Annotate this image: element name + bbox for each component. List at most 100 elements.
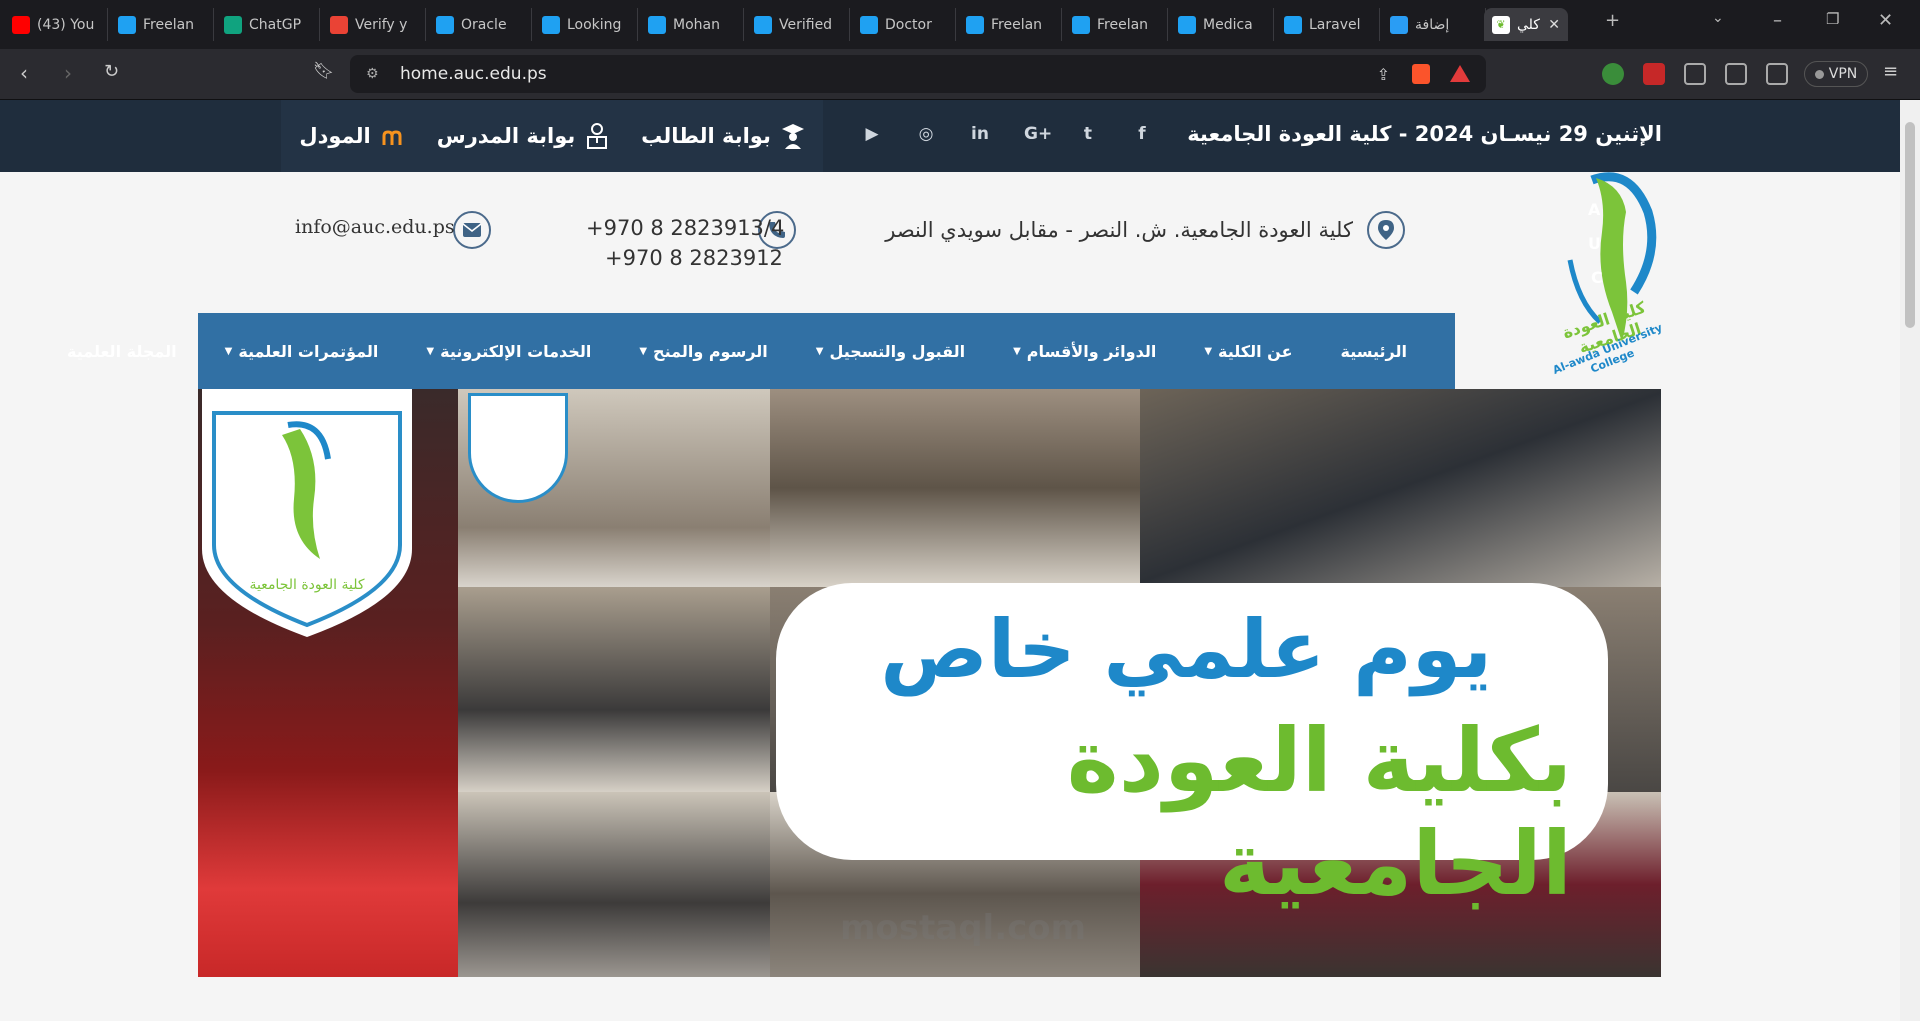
main-navigation: الرئيسية عن الكلية ▼ الدوائر والأقسام ▼ القبو… [67, 313, 1455, 389]
browser-tab[interactable]: (43) You [4, 8, 108, 41]
address-bar-row: ‹ › ↻ 🔖︎ ⚙ home.auc.edu.ps ⇪ VPN ≡ [0, 49, 1920, 100]
tab-title: Oracle [461, 16, 507, 33]
browser-tab[interactable]: Looking [534, 8, 638, 41]
location-pin-icon [1367, 211, 1405, 249]
moodle-label: المودل [299, 124, 371, 148]
watermark: mostaql.com [840, 908, 1087, 948]
site-settings-icon[interactable]: ⚙ [366, 66, 379, 82]
bird-icon [1178, 15, 1196, 34]
youtube-icon[interactable]: ▶ [862, 124, 882, 144]
bird-icon [1072, 15, 1090, 34]
browser-tab[interactable]: إضافة [1382, 8, 1486, 41]
phone-number-1[interactable]: +970 8 2823913/4 [586, 216, 784, 240]
page-scrollbar[interactable] [1900, 100, 1920, 1021]
google-plus-icon[interactable]: G+ [1024, 124, 1052, 144]
nav-item[interactable]: الدوائر والأقسام ▼ [1013, 342, 1156, 361]
close-window-icon[interactable]: ✕ [1878, 10, 1893, 31]
tab-title: Laravel [1309, 16, 1361, 33]
new-tab-button[interactable]: + [1605, 10, 1620, 31]
bird-icon [436, 15, 454, 34]
envelope-icon [453, 211, 491, 249]
teacher-portal-link[interactable]: بوابة المدرس [423, 100, 623, 172]
nav-item[interactable]: المجلة العلمية [67, 342, 177, 361]
bird-icon [860, 15, 878, 34]
web-page: الإثنين 29 نيسـان 2024 - كلية العودة الج… [0, 100, 1900, 1021]
tab-title: ChatGP [249, 16, 302, 33]
college-logo[interactable]: A U C كلية العودة الجامعية Al-awda Unive… [1530, 172, 1690, 392]
tab-title: كلي [1517, 16, 1540, 33]
browser-tab[interactable]: ChatGP [216, 8, 320, 41]
linkedin-icon[interactable]: in [970, 124, 990, 144]
extensions-puzzle-icon[interactable] [1684, 63, 1706, 85]
tab-title: Freelan [1097, 16, 1149, 33]
browser-tab[interactable]: Doctor [852, 8, 956, 41]
caret-down-icon: ▼ [224, 345, 233, 357]
brave-shields-icon[interactable] [1412, 64, 1430, 84]
student-portal-label: بوابة الطالب [641, 124, 771, 148]
url-field[interactable]: ⚙ home.auc.edu.ps ⇪ [350, 55, 1486, 93]
caret-down-icon: ▼ [815, 345, 824, 357]
nav-item[interactable]: الرئيسية [1341, 342, 1408, 361]
moodle-link[interactable]: المودل [281, 100, 423, 172]
tab-title: Verify y [355, 16, 408, 33]
tab-title: (43) You [37, 16, 95, 33]
nav-item-label: عن الكلية [1218, 341, 1293, 361]
browser-tab[interactable]: Mohan [640, 8, 744, 41]
share-icon[interactable]: ⇪ [1377, 65, 1390, 84]
menu-icon[interactable]: ≡ [1883, 61, 1898, 82]
browser-tab[interactable]: Freelan [1064, 8, 1168, 41]
brave-rewards-icon[interactable] [1450, 65, 1470, 82]
leaf-icon: ❦ [1492, 15, 1510, 34]
close-tab-icon[interactable]: ✕ [1548, 17, 1560, 33]
tab-search-icon[interactable]: ⌄ [1712, 10, 1724, 26]
hero-banner: كلية العودة الجامعية يوم علمي خاص بكلية … [198, 389, 1661, 977]
twitter-icon[interactable]: t [1078, 124, 1098, 144]
tab-title: Medica [1203, 16, 1253, 33]
nav-item[interactable]: القبول والتسجيل ▼ [816, 342, 965, 361]
social-links: ▶ ◎ in G+ t f [862, 124, 1152, 144]
phone-number-2[interactable]: +970 8 2823912 [605, 246, 783, 270]
nav-item-label: الدوائر والأقسام [1026, 341, 1157, 361]
tab-title: Verified [779, 16, 833, 33]
nav-item[interactable]: الرسوم والمنح ▼ [639, 342, 767, 361]
browser-tab-active[interactable]: ❦ كلي ✕ [1484, 8, 1568, 41]
browser-tab[interactable]: Freelan [958, 8, 1062, 41]
bookmark-icon[interactable]: 🔖︎ [313, 61, 335, 81]
conference-photo [770, 389, 1140, 587]
bird-icon [754, 15, 772, 34]
minimize-icon[interactable]: – [1773, 10, 1782, 31]
sidebar-icon[interactable] [1725, 63, 1747, 85]
vpn-status-icon [1814, 69, 1824, 79]
forward-icon[interactable]: › [64, 61, 72, 85]
gmail-icon [330, 15, 348, 34]
browser-tab[interactable]: Oracle [428, 8, 532, 41]
bird-icon [118, 15, 136, 34]
logo-letter: U [1588, 234, 1601, 253]
back-icon[interactable]: ‹ [20, 61, 28, 85]
browser-tab[interactable]: Laravel [1276, 8, 1380, 41]
browser-tab[interactable]: Medica [1170, 8, 1274, 41]
shield-logo: كلية العودة الجامعية [202, 389, 412, 639]
browser-tab[interactable]: Verify y [322, 8, 426, 41]
facebook-icon[interactable]: f [1132, 124, 1152, 144]
nav-item-label: المؤتمرات العلمية [238, 341, 379, 361]
youtube-icon [12, 15, 30, 34]
svg-text:كلية العودة الجامعية: كلية العودة الجامعية [249, 577, 364, 593]
instagram-icon[interactable]: ◎ [916, 124, 936, 144]
extension-icon[interactable] [1643, 63, 1665, 85]
conference-photo [1140, 389, 1661, 587]
nav-item[interactable]: المؤتمرات العلمية ▼ [225, 342, 379, 361]
vpn-button[interactable]: VPN [1804, 61, 1868, 87]
nav-item[interactable]: عن الكلية ▼ [1204, 342, 1292, 361]
student-portal-link[interactable]: بوابة الطالب [623, 100, 823, 172]
nav-item[interactable]: الخدمات الإلكترونية ▼ [426, 342, 591, 361]
browser-tab[interactable]: Verified [746, 8, 850, 41]
restore-icon[interactable]: ❐ [1826, 10, 1839, 28]
extension-icon[interactable] [1602, 63, 1624, 85]
browser-tab[interactable]: Freelan [110, 8, 214, 41]
wallet-icon[interactable] [1766, 63, 1788, 85]
scrollbar-thumb[interactable] [1905, 122, 1915, 328]
reload-icon[interactable]: ↻ [104, 61, 119, 82]
email-link[interactable]: info@auc.edu.ps [295, 216, 455, 238]
nav-item-label: المجلة العلمية [67, 341, 177, 361]
